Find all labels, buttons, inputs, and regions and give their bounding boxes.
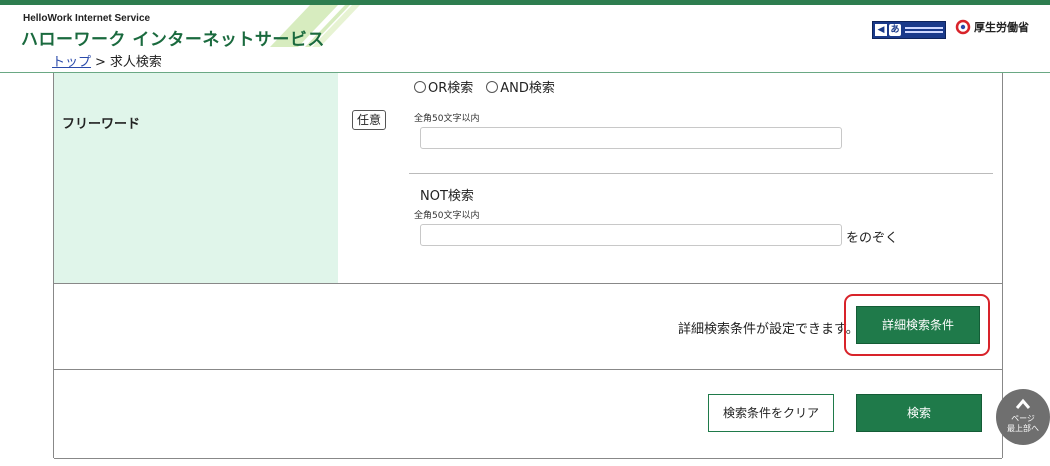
free-word-input[interactable] bbox=[420, 127, 842, 149]
page-top-label-2: 最上部へ bbox=[1007, 424, 1039, 433]
logo-english: HelloWork Internet Service bbox=[23, 13, 151, 24]
free-word-label: フリーワード bbox=[62, 117, 141, 132]
speaker-icon: ◀ bbox=[875, 24, 887, 36]
radio-or-search[interactable]: OR検索 bbox=[414, 77, 473, 96]
exclude-suffix: をのぞく bbox=[846, 231, 899, 246]
search-form: フリーワード 任意 OR検索 AND検索 全角50文字以内 NOT検索 全角50… bbox=[53, 73, 1003, 459]
clear-conditions-button[interactable]: 検索条件をクリア bbox=[708, 394, 834, 432]
radio-circle-icon[interactable] bbox=[414, 80, 426, 93]
not-search-hint: 全角50文字以内 bbox=[414, 211, 480, 221]
breadcrumb-separator: > bbox=[95, 55, 106, 70]
site-header: HelloWork Internet Service ハローワーク インターネッ… bbox=[0, 5, 1050, 50]
page-top-button[interactable]: ページ 最上部へ bbox=[996, 389, 1050, 445]
free-word-hint: 全角50文字以内 bbox=[414, 114, 480, 124]
free-word-row: フリーワード 任意 OR検索 AND検索 全角50文字以内 NOT検索 全角50… bbox=[54, 73, 1002, 284]
breadcrumb-current: 求人検索 bbox=[109, 55, 162, 70]
free-word-label-cell: フリーワード bbox=[54, 73, 338, 283]
hiragana-icon: あ bbox=[889, 24, 901, 36]
not-search-input[interactable] bbox=[420, 224, 842, 246]
badge-text-lines bbox=[905, 27, 943, 33]
advanced-search-row: 詳細検索条件が設定できます。 詳細検索条件 bbox=[54, 284, 1002, 370]
optional-badge: 任意 bbox=[352, 110, 386, 130]
search-mode-radios: OR検索 AND検索 bbox=[414, 77, 555, 96]
ministry-logo[interactable]: 厚生労働省 bbox=[955, 19, 1029, 35]
breadcrumb-top-link[interactable]: トップ bbox=[52, 55, 91, 70]
ministry-mark-icon bbox=[955, 19, 971, 35]
advanced-search-button[interactable]: 詳細検索条件 bbox=[856, 306, 980, 344]
action-row: 検索条件をクリア 検索 bbox=[54, 370, 1002, 459]
radio-circle-icon[interactable] bbox=[486, 80, 499, 93]
search-button[interactable]: 検索 bbox=[856, 394, 982, 432]
radio-and-label: AND検索 bbox=[500, 81, 555, 96]
ministry-label: 厚生労働省 bbox=[974, 21, 1029, 34]
chevron-up-icon bbox=[1015, 398, 1031, 409]
logo-japanese[interactable]: ハローワーク インターネットサービス bbox=[21, 25, 325, 50]
advanced-search-description: 詳細検索条件が設定できます。 bbox=[678, 322, 859, 337]
not-search-title: NOT検索 bbox=[420, 189, 474, 204]
radio-and-search[interactable]: AND検索 bbox=[486, 77, 555, 96]
radio-or-label: OR検索 bbox=[428, 81, 474, 96]
page-top-label-1: ページ bbox=[1011, 414, 1035, 423]
not-search-divider bbox=[409, 173, 993, 174]
accessibility-tool-icon[interactable]: ◀ あ bbox=[872, 21, 946, 39]
breadcrumb: トップ > 求人検索 bbox=[52, 51, 162, 70]
